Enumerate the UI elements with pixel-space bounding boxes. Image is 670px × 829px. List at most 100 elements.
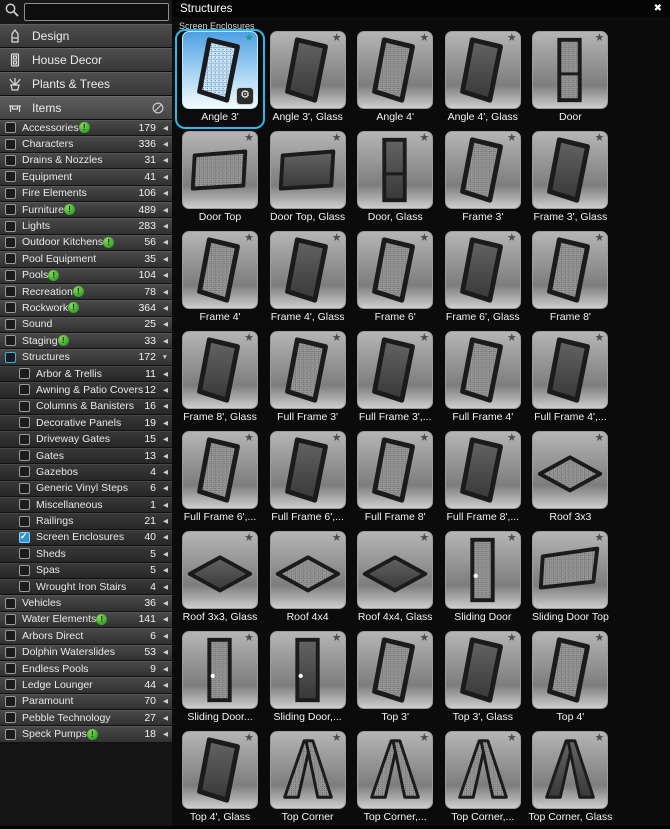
category-checkbox[interactable]	[5, 351, 16, 363]
expand-arrow-icon[interactable]: ◀	[159, 665, 168, 673]
expand-arrow-icon[interactable]: ◀	[159, 648, 168, 656]
category-row[interactable]: Characters 336 ◀	[0, 136, 172, 153]
expand-arrow-icon[interactable]: ◀	[159, 288, 168, 296]
grid-item[interactable]: ★ Top Corner,...	[350, 729, 440, 829]
grid-item[interactable]: ★ Angle 4', Glass	[438, 29, 528, 129]
favorite-star-icon[interactable]: ★	[419, 332, 429, 345]
grid-item[interactable]: ★ Frame 4'	[175, 229, 265, 329]
favorite-star-icon[interactable]: ★	[507, 232, 517, 245]
category-row[interactable]: Structures 172 ▼	[0, 349, 172, 366]
category-row[interactable]: Gazebos 4 ◀	[0, 464, 172, 481]
favorite-star-icon[interactable]: ★	[419, 32, 429, 45]
expand-arrow-icon[interactable]: ◀	[159, 386, 168, 394]
category-checkbox[interactable]	[19, 482, 30, 494]
favorite-star-icon[interactable]: ★	[244, 732, 254, 745]
expand-arrow-icon[interactable]: ◀	[159, 271, 168, 279]
expand-arrow-icon[interactable]: ◀	[159, 206, 168, 214]
favorite-star-icon[interactable]: ★	[595, 132, 605, 145]
favorite-star-icon[interactable]: ★	[595, 32, 605, 45]
category-row[interactable]: Wrought Iron Stairs 4 ◀	[0, 578, 172, 596]
expand-arrow-icon[interactable]: ▼	[159, 354, 168, 361]
category-checkbox[interactable]	[5, 335, 16, 347]
category-row[interactable]: Drains & Nozzles 31 ◀	[0, 152, 172, 170]
favorite-star-icon[interactable]: ★	[507, 432, 517, 445]
category-row[interactable]: Arbors Direct 6 ◀	[0, 628, 172, 645]
sidebar-item-design[interactable]: Design	[0, 24, 172, 48]
favorite-star-icon[interactable]: ★	[244, 432, 254, 445]
grid-item[interactable]: ★ Angle 3', Glass	[263, 29, 353, 129]
sidebar-item-plants-trees[interactable]: Plants & Trees	[0, 72, 172, 96]
grid-item[interactable]: ★ Frame 8', Glass	[175, 329, 265, 429]
category-row[interactable]: Furniture ! 489 ◀	[0, 201, 172, 219]
grid-item[interactable]: ★ Full Frame 8',...	[438, 429, 528, 529]
favorite-star-icon[interactable]: ★	[244, 332, 254, 345]
category-checkbox[interactable]	[5, 597, 16, 609]
category-checkbox[interactable]	[19, 368, 30, 380]
category-row[interactable]: Decorative Panels 19 ◀	[0, 415, 172, 432]
expand-arrow-icon[interactable]: ◀	[159, 583, 168, 591]
category-checkbox[interactable]	[19, 564, 30, 576]
category-row[interactable]: Sound 25 ◀	[0, 316, 172, 334]
favorite-star-icon[interactable]: ★	[332, 432, 342, 445]
category-checkbox[interactable]	[19, 400, 30, 412]
category-row[interactable]: Arbor & Trellis 11 ◀	[0, 365, 172, 383]
favorite-star-icon[interactable]: ★	[332, 132, 342, 145]
category-row[interactable]: Sheds 5 ◀	[0, 546, 172, 563]
category-row[interactable]: Columns & Banisters 16 ◀	[0, 398, 172, 416]
category-checkbox[interactable]	[5, 187, 16, 199]
grid-item[interactable]: ★ Sliding Door Top	[525, 529, 615, 629]
favorite-star-icon[interactable]: ★	[332, 32, 342, 45]
favorite-star-icon[interactable]: ★	[332, 732, 342, 745]
favorite-star-icon[interactable]: ★	[332, 332, 342, 345]
favorite-star-icon[interactable]: ★	[507, 632, 517, 645]
favorite-star-icon[interactable]: ★	[244, 532, 254, 545]
grid-item[interactable]: ★ Frame 6'	[350, 229, 440, 329]
category-row[interactable]: Screen Enclosures 40 ◀	[0, 529, 172, 547]
expand-arrow-icon[interactable]: ◀	[159, 714, 168, 722]
category-row[interactable]: Driveway Gates 15 ◀	[0, 431, 172, 448]
expand-arrow-icon[interactable]: ◀	[159, 599, 168, 607]
favorite-star-icon[interactable]: ★	[595, 432, 605, 445]
category-row[interactable]: Ledge Lounger 44 ◀	[0, 677, 172, 694]
expand-arrow-icon[interactable]: ◀	[159, 550, 168, 558]
grid-item[interactable]: ★ Sliding Door	[438, 529, 528, 629]
category-checkbox[interactable]	[5, 302, 16, 314]
favorite-star-icon[interactable]: ★	[507, 532, 517, 545]
grid-item[interactable]: ★ ⚙ Angle 3'	[175, 29, 265, 129]
favorite-star-icon[interactable]: ★	[332, 232, 342, 245]
grid-item[interactable]: ★ Top 4', Glass	[175, 729, 265, 829]
category-row[interactable]: Fire Elements 106 ◀	[0, 185, 172, 202]
favorite-star-icon[interactable]: ★	[595, 632, 605, 645]
favorite-star-icon[interactable]: ★	[419, 132, 429, 145]
expand-arrow-icon[interactable]: ◀	[159, 337, 168, 345]
category-row[interactable]: Recreation ! 78 ◀	[0, 283, 172, 301]
category-checkbox[interactable]	[19, 466, 30, 478]
expand-arrow-icon[interactable]: ◀	[159, 320, 168, 328]
favorite-star-icon[interactable]: ★	[419, 232, 429, 245]
category-checkbox[interactable]	[19, 499, 30, 511]
grid-item[interactable]: ★ Door Top	[175, 129, 265, 229]
category-checkbox[interactable]	[19, 433, 30, 445]
category-row[interactable]: Staging ! 33 ◀	[0, 333, 172, 350]
grid-item[interactable]: ★ Full Frame 4'	[438, 329, 528, 429]
grid-item[interactable]: ★ Frame 8'	[525, 229, 615, 329]
expand-arrow-icon[interactable]: ◀	[159, 468, 168, 476]
favorite-star-icon[interactable]: ★	[244, 32, 254, 45]
category-checkbox[interactable]	[5, 286, 16, 298]
category-row[interactable]: Vehicles 36 ◀	[0, 595, 172, 612]
favorite-star-icon[interactable]: ★	[507, 732, 517, 745]
close-icon[interactable]: ✖	[654, 0, 662, 17]
favorite-star-icon[interactable]: ★	[419, 632, 429, 645]
expand-arrow-icon[interactable]: ◀	[159, 533, 168, 541]
expand-arrow-icon[interactable]: ◀	[159, 402, 168, 410]
category-checkbox[interactable]	[5, 712, 16, 724]
category-checkbox[interactable]	[5, 122, 16, 134]
grid-item[interactable]: ★ Full Frame 6',...	[175, 429, 265, 529]
category-row[interactable]: Miscellaneous 1 ◀	[0, 496, 172, 514]
favorite-star-icon[interactable]: ★	[244, 632, 254, 645]
expand-arrow-icon[interactable]: ◀	[159, 140, 168, 148]
category-checkbox[interactable]	[5, 154, 16, 166]
category-checkbox[interactable]	[19, 515, 30, 527]
grid-item[interactable]: ★ Top 3', Glass	[438, 629, 528, 729]
expand-arrow-icon[interactable]: ◀	[159, 615, 168, 623]
